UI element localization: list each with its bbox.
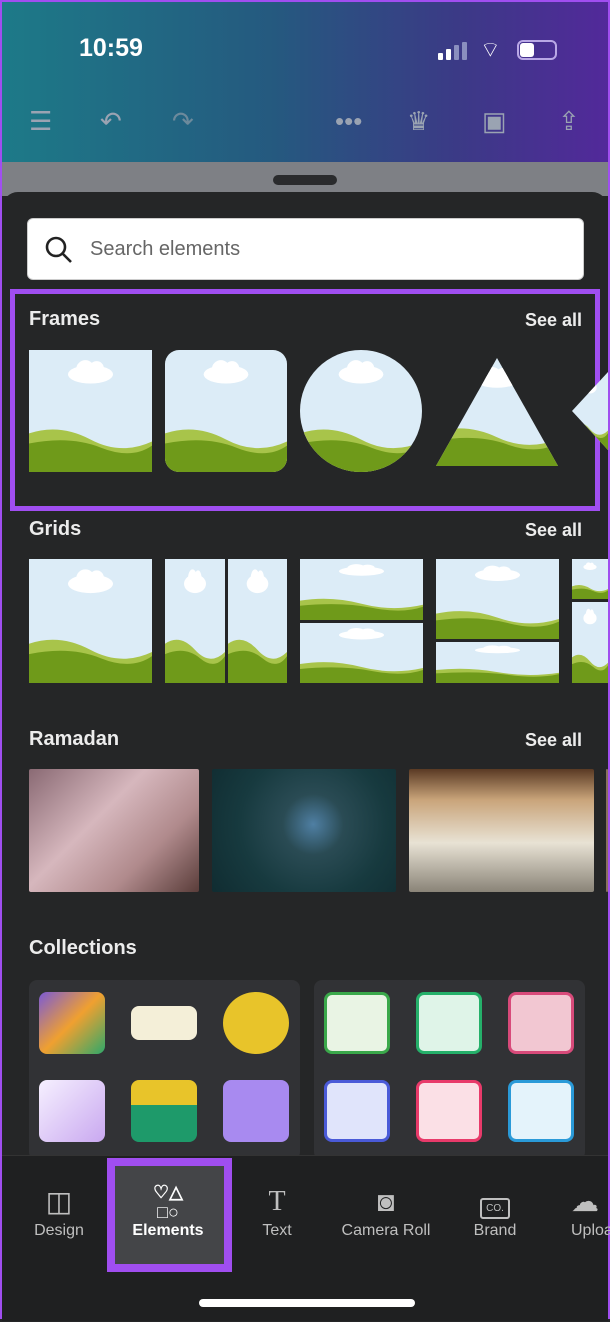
nav-label: Design	[34, 1222, 84, 1239]
present-icon[interactable]: ▣	[482, 106, 507, 137]
drag-handle[interactable]	[273, 175, 337, 185]
nav-label: Brand	[473, 1222, 517, 1239]
section-title-frames: Frames	[29, 308, 101, 330]
coins-sticker	[223, 992, 289, 1054]
grid-two-rows[interactable]	[300, 559, 423, 683]
nav-label: Camera Roll	[341, 1222, 431, 1239]
grid-two-columns[interactable]	[165, 559, 287, 683]
ramadan-photo-cooking[interactable]	[409, 769, 594, 892]
more-icon[interactable]: •••	[335, 106, 362, 137]
brand-icon: CO.	[440, 1182, 550, 1222]
layout-icon: ◫	[45, 1186, 73, 1217]
ramadan-photo-reading[interactable]	[212, 769, 396, 892]
signal-icon	[438, 42, 468, 60]
app-header	[2, 2, 608, 162]
see-all-ramadan[interactable]: See all	[525, 730, 582, 751]
cheque-sticker	[131, 1006, 197, 1040]
share-icon[interactable]: ⇪	[558, 106, 580, 137]
people-sticker-1	[324, 992, 390, 1054]
grid-single[interactable]	[29, 559, 152, 683]
wifi-icon: ⌔	[480, 37, 501, 62]
upload-cloud-icon: ☁	[571, 1186, 599, 1217]
nav-brand[interactable]: CO. Brand	[440, 1182, 550, 1240]
collection-card-people[interactable]	[314, 980, 585, 1160]
bank-sticker	[131, 1080, 197, 1142]
text-icon: T	[268, 1186, 286, 1217]
nav-text[interactable]: T Text	[222, 1182, 332, 1240]
search-placeholder: Search elements	[90, 238, 241, 260]
frame-rounded-square[interactable]	[165, 350, 287, 472]
nav-label: Uploa	[571, 1222, 610, 1239]
nav-uploads[interactable]: ☁ Uploa	[549, 1182, 610, 1240]
people-sticker-6	[508, 1080, 574, 1142]
frame-circle[interactable]	[300, 350, 422, 472]
nav-label: Elements	[132, 1222, 204, 1239]
grid-partial[interactable]	[572, 559, 608, 683]
home-indicator	[199, 1299, 415, 1307]
search-icon	[45, 236, 72, 263]
redo-icon[interactable]: ↷	[172, 106, 194, 137]
search-input[interactable]: Search elements	[27, 218, 584, 280]
ramadan-photo-prayer[interactable]	[29, 769, 199, 892]
people-sticker-5	[416, 1080, 482, 1142]
frame-square[interactable]	[29, 350, 152, 472]
see-all-grids[interactable]: See all	[525, 520, 582, 541]
nav-camera-roll[interactable]: ◙ Camera Roll	[331, 1182, 441, 1240]
collection-card-finance[interactable]	[29, 980, 300, 1160]
invoice-sticker	[39, 1080, 105, 1142]
status-time: 10:59	[79, 34, 143, 62]
camera-icon: ◙	[377, 1186, 395, 1217]
battery-icon	[517, 40, 557, 60]
see-all-frames[interactable]: See all	[525, 310, 582, 331]
people-sticker-2	[416, 992, 482, 1054]
calculator-sticker	[223, 1080, 289, 1142]
tax-document-sticker	[39, 992, 105, 1054]
people-sticker-3	[508, 992, 574, 1054]
section-title-grids: Grids	[29, 518, 82, 540]
nav-design[interactable]: ◫ Design	[4, 1182, 114, 1240]
crown-icon[interactable]: ♛	[407, 106, 430, 137]
section-title-collections: Collections	[29, 937, 137, 959]
ramadan-photo-partial[interactable]	[606, 769, 608, 892]
people-sticker-4	[324, 1080, 390, 1142]
nav-elements[interactable]: ♡△ □○ Elements	[113, 1182, 223, 1240]
nav-label: Text	[262, 1222, 292, 1239]
shapes-icon: ♡△ □○	[153, 1182, 183, 1222]
undo-icon[interactable]: ↶	[100, 106, 122, 137]
grid-uneven-rows[interactable]	[436, 559, 559, 683]
section-title-ramadan: Ramadan	[29, 728, 120, 750]
menu-icon[interactable]: ☰	[29, 106, 52, 137]
